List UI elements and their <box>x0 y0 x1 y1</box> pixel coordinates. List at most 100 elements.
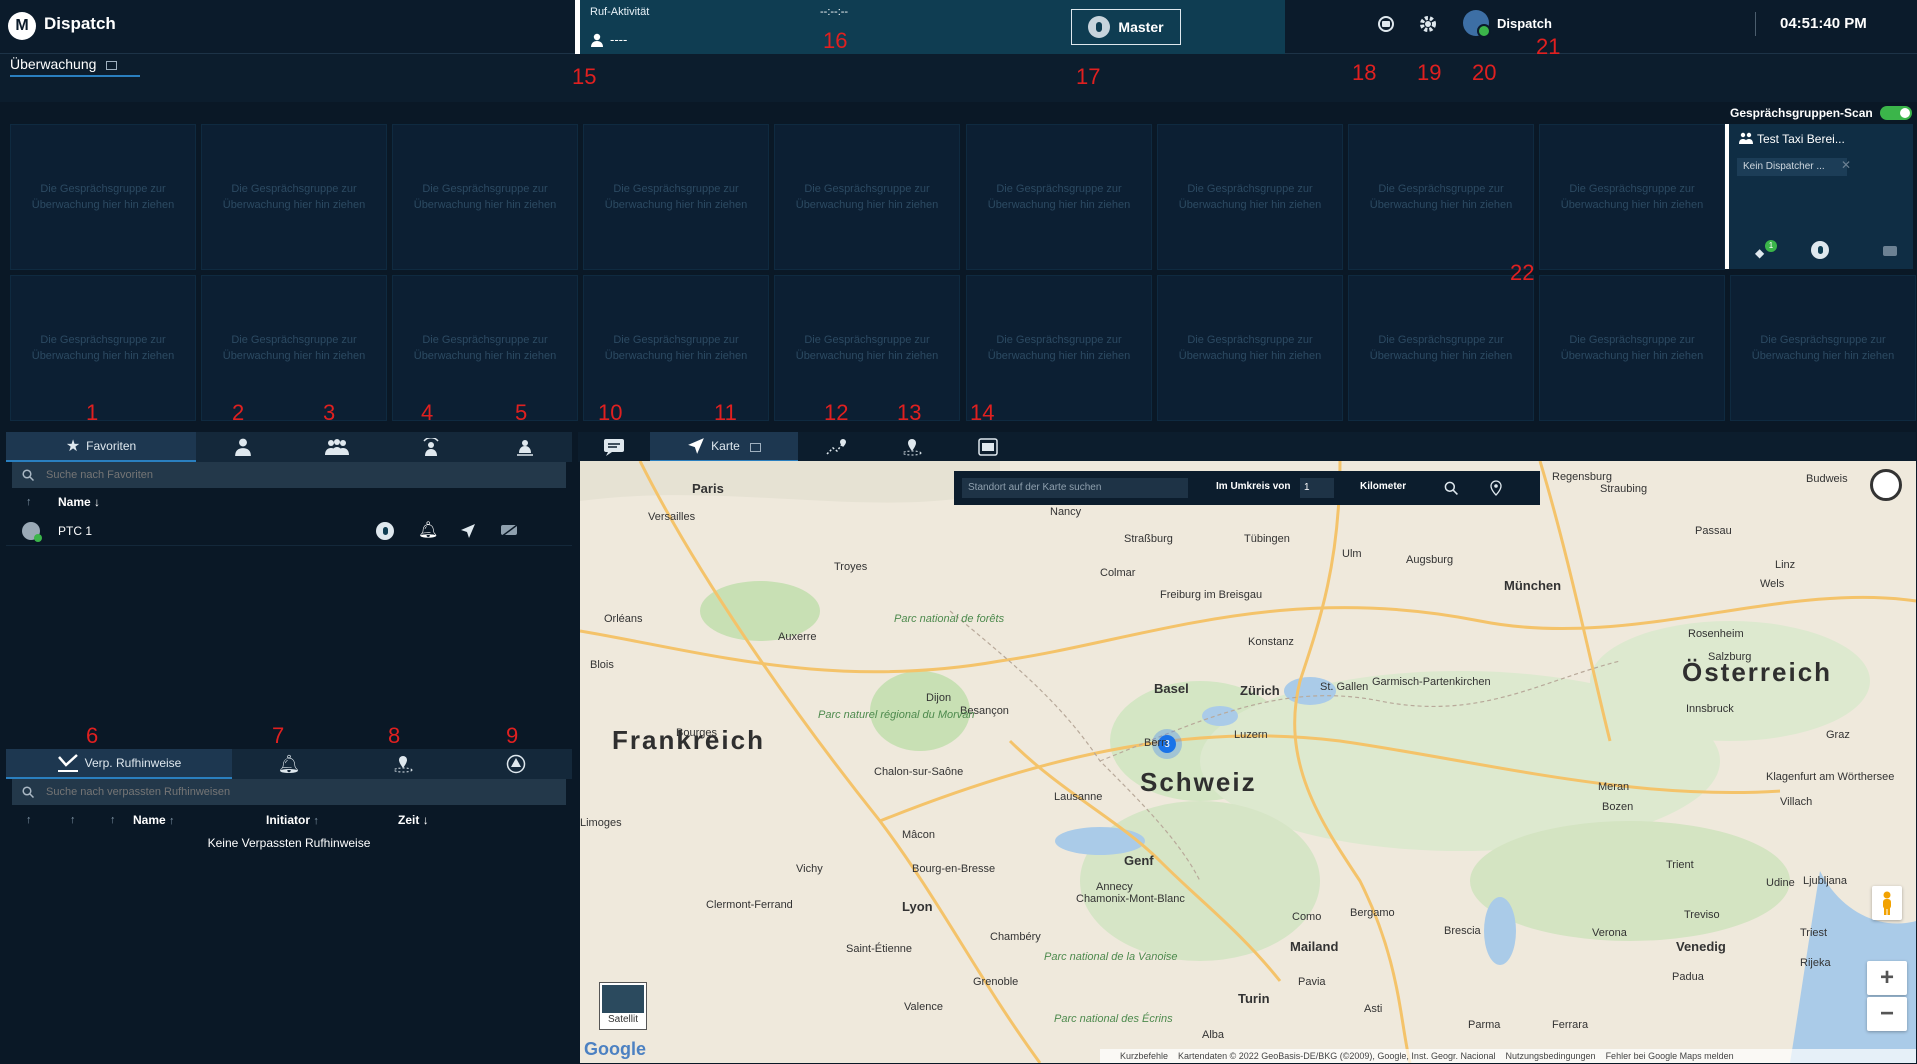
sort-arrow-icon[interactable]: ↑ <box>110 814 116 826</box>
zoom-out-button[interactable]: − <box>1867 997 1907 1031</box>
tab-call-alerts[interactable]: 🔔︎ <box>232 749 346 779</box>
map-city-label: Bozen <box>1602 801 1634 813</box>
missed-call-icon <box>57 754 78 772</box>
favorites-search[interactable] <box>12 462 566 488</box>
tab-missed-calls[interactable]: Verp. Rufhinweise <box>6 749 232 779</box>
popout-icon[interactable] <box>106 61 118 70</box>
tab-monitoring[interactable]: Überwachung <box>10 56 118 72</box>
map-city-label: Dijon <box>926 692 952 704</box>
group-broadcast-icon <box>423 438 439 456</box>
tab-map-label: Karte <box>711 439 740 453</box>
map-city-label: Villach <box>1780 796 1813 808</box>
missed-calls-search[interactable] <box>12 779 566 805</box>
map-city-label: Parc national de la Vanoise <box>1044 951 1178 963</box>
monitoring-drop-slot[interactable]: Die Gesprächsgruppe zur Überwachung hier… <box>583 275 769 421</box>
message-disabled-icon[interactable] <box>500 524 518 538</box>
monitoring-drop-slot[interactable]: Die Gesprächsgruppe zur Überwachung hier… <box>1157 275 1343 421</box>
missed-calls-search-input[interactable] <box>44 785 524 799</box>
attribution-data: Kartendaten © 2022 GeoBasis-DE/BKG (©200… <box>1178 1051 1496 1061</box>
tab-route[interactable] <box>798 432 874 462</box>
map-city-label: Ulm <box>1342 548 1362 560</box>
missed-time-header[interactable]: Zeit ↓ <box>398 813 429 827</box>
monitoring-drop-slot[interactable]: Die Gesprächsgruppe zur Überwachung hier… <box>1348 124 1534 270</box>
monitoring-drop-slot[interactable]: Die Gesprächsgruppe zur Überwachung hier… <box>10 124 196 270</box>
monitoring-drop-slot[interactable]: Die Gesprächsgruppe zur Überwachung hier… <box>392 275 578 421</box>
tab-chat[interactable] <box>578 432 650 462</box>
patch-icon[interactable]: ◆ <box>1755 246 1764 260</box>
tab-missed-calls-label: Verp. Rufhinweise <box>84 756 182 770</box>
map-city-label: Zürich <box>1240 683 1280 698</box>
tab-emergency[interactable] <box>459 749 572 779</box>
map-location-input[interactable]: Standort auf der Karte suchen <box>962 478 1188 498</box>
list-item[interactable]: PTC 1 🔔︎ <box>6 516 572 546</box>
satellite-toggle[interactable]: Satellit <box>600 983 646 1029</box>
emergency-icon <box>506 754 525 774</box>
map-city-label: Konstanz <box>1248 636 1294 648</box>
map-city-label: Meran <box>1598 781 1630 793</box>
map-city-label: Limoges <box>580 817 622 829</box>
monitoring-drop-slot[interactable]: Die Gesprächsgruppe zur Überwachung hier… <box>966 275 1152 421</box>
bell-icon[interactable]: 🔔︎ <box>418 520 438 540</box>
map-city-label: Klagenfurt am Wörthersee <box>1766 771 1895 783</box>
map-city-label: Graz <box>1826 729 1850 741</box>
tab-individuals[interactable] <box>196 432 290 462</box>
favorites-search-input[interactable] <box>44 468 524 482</box>
monitoring-drop-slot[interactable]: Die Gesprächsgruppe zur Überwachung hier… <box>1157 124 1343 270</box>
sort-arrow-icon[interactable]: ↑ <box>26 496 32 508</box>
tab-video[interactable] <box>950 432 1026 462</box>
sync-icon[interactable] <box>1374 12 1398 36</box>
radius-input[interactable]: 1 <box>1300 478 1334 498</box>
monitoring-drop-slot[interactable]: Die Gesprächsgruppe zur Überwachung hier… <box>1348 275 1534 421</box>
master-button[interactable]: Master <box>1071 9 1181 45</box>
call-activity-label: Ruf-Aktivität <box>590 6 650 18</box>
attribution-report[interactable]: Fehler bei Google Maps melden <box>1606 1051 1734 1061</box>
monitoring-drop-slot[interactable]: Die Gesprächsgruppe zur Überwachung hier… <box>10 275 196 421</box>
monitoring-drop-slot[interactable]: Die Gesprächsgruppe zur Überwachung hier… <box>1539 124 1725 270</box>
gear-icon[interactable] <box>1416 12 1440 36</box>
group-icon <box>1739 132 1753 144</box>
search-icon[interactable] <box>1444 481 1458 495</box>
tab-location-alerts[interactable] <box>346 749 459 779</box>
caller-info: ---- <box>590 32 627 47</box>
monitoring-drop-slot[interactable]: Die Gesprächsgruppe zur Überwachung hier… <box>583 124 769 270</box>
favorites-name-header[interactable]: Name ↓ <box>58 495 100 509</box>
missed-initiator-header[interactable]: Initiator ↑ <box>266 813 319 827</box>
video-icon[interactable] <box>1883 246 1897 256</box>
map-compass-icon[interactable] <box>1870 469 1902 501</box>
monitoring-drop-slot[interactable]: Die Gesprächsgruppe zur Überwachung hier… <box>1730 275 1916 421</box>
tab-talkgroups[interactable] <box>290 432 384 462</box>
map-city-label: Paris <box>692 481 724 496</box>
scan-toggle[interactable] <box>1880 106 1912 120</box>
sort-arrow-icon[interactable]: ↑ <box>70 814 76 826</box>
tab-group-download[interactable] <box>478 432 572 462</box>
monitoring-drop-slot[interactable]: Die Gesprächsgruppe zur Überwachung hier… <box>392 124 578 270</box>
monitoring-drop-slot[interactable]: Die Gesprächsgruppe zur Überwachung hier… <box>1539 275 1725 421</box>
navigation-icon[interactable] <box>460 523 476 539</box>
tab-map[interactable]: Karte <box>650 432 798 462</box>
user-avatar[interactable] <box>1463 10 1491 38</box>
attribution-shortcuts[interactable]: Kurzbefehle <box>1120 1051 1168 1061</box>
map-city-label: Parc national des Écrins <box>1054 1013 1173 1025</box>
missed-name-header[interactable]: Name ↑ <box>133 813 175 827</box>
talkgroup-card[interactable]: Test Taxi Berei... Kein Dispatcher ... ✕… <box>1725 124 1913 269</box>
sort-arrow-icon[interactable]: ↑ <box>26 814 32 826</box>
zoom-in-button[interactable]: + <box>1867 961 1907 995</box>
monitoring-drop-slot[interactable]: Die Gesprächsgruppe zur Überwachung hier… <box>201 124 387 270</box>
tab-group-broadcast[interactable] <box>384 432 478 462</box>
attribution-terms[interactable]: Nutzungsbedingungen <box>1505 1051 1595 1061</box>
tab-favorites[interactable]: ★ Favoriten <box>6 432 196 462</box>
map-city-label: Versailles <box>648 511 696 523</box>
map-city-label: München <box>1504 578 1562 593</box>
tab-geofence[interactable] <box>874 432 950 462</box>
monitoring-drop-slot[interactable]: Die Gesprächsgruppe zur Überwachung hier… <box>966 124 1152 270</box>
monitoring-drop-slot[interactable]: Die Gesprächsgruppe zur Überwachung hier… <box>774 124 960 270</box>
street-view-pegman-icon[interactable] <box>1872 886 1902 920</box>
popout-icon[interactable] <box>749 442 761 452</box>
location-pin-icon[interactable] <box>1490 480 1502 496</box>
monitoring-drop-slot[interactable]: Die Gesprächsgruppe zur Überwachung hier… <box>774 275 960 421</box>
ptt-microphone-icon[interactable] <box>376 522 394 540</box>
map-view[interactable]: Frankreich Schweiz Österreich 3 Satellit… <box>580 461 1916 1063</box>
map-city-label: Grenoble <box>973 976 1019 988</box>
talkgroup-ptt-icon[interactable] <box>1811 241 1829 259</box>
monitoring-drop-slot[interactable]: Die Gesprächsgruppe zur Überwachung hier… <box>201 275 387 421</box>
